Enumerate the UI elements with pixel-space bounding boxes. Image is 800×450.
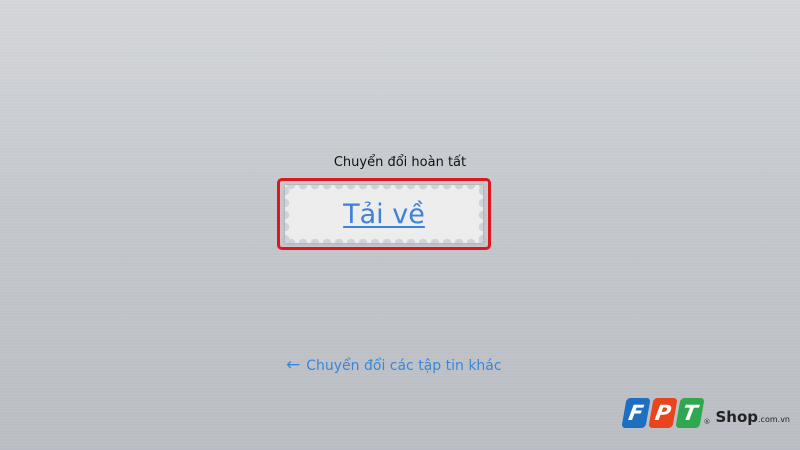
fpt-logo-letter-p: P [648, 398, 679, 428]
fpt-logo: F P T [621, 398, 706, 428]
brand-domain: .com.vn [758, 415, 790, 424]
download-button-label: Tải về [343, 198, 425, 230]
registered-mark: ® [703, 418, 711, 426]
download-button[interactable]: Tải về [285, 185, 483, 243]
download-highlight-frame: Tải về [277, 178, 491, 250]
brand-word: Shop [715, 408, 759, 426]
arrow-left-icon: ← [286, 355, 301, 375]
convert-other-files-label: Chuyển đổi các tập tin khác [306, 357, 502, 374]
fpt-shop-watermark: F P T ® Shop .com.vn [621, 398, 790, 428]
conversion-status-text: Chuyển đổi hoàn tất [333, 155, 467, 170]
convert-other-files-link[interactable]: ← Chuyển đổi các tập tin khác [286, 357, 502, 374]
fpt-logo-letter-t: T [675, 398, 706, 428]
fpt-logo-letter-f: F [621, 398, 652, 428]
